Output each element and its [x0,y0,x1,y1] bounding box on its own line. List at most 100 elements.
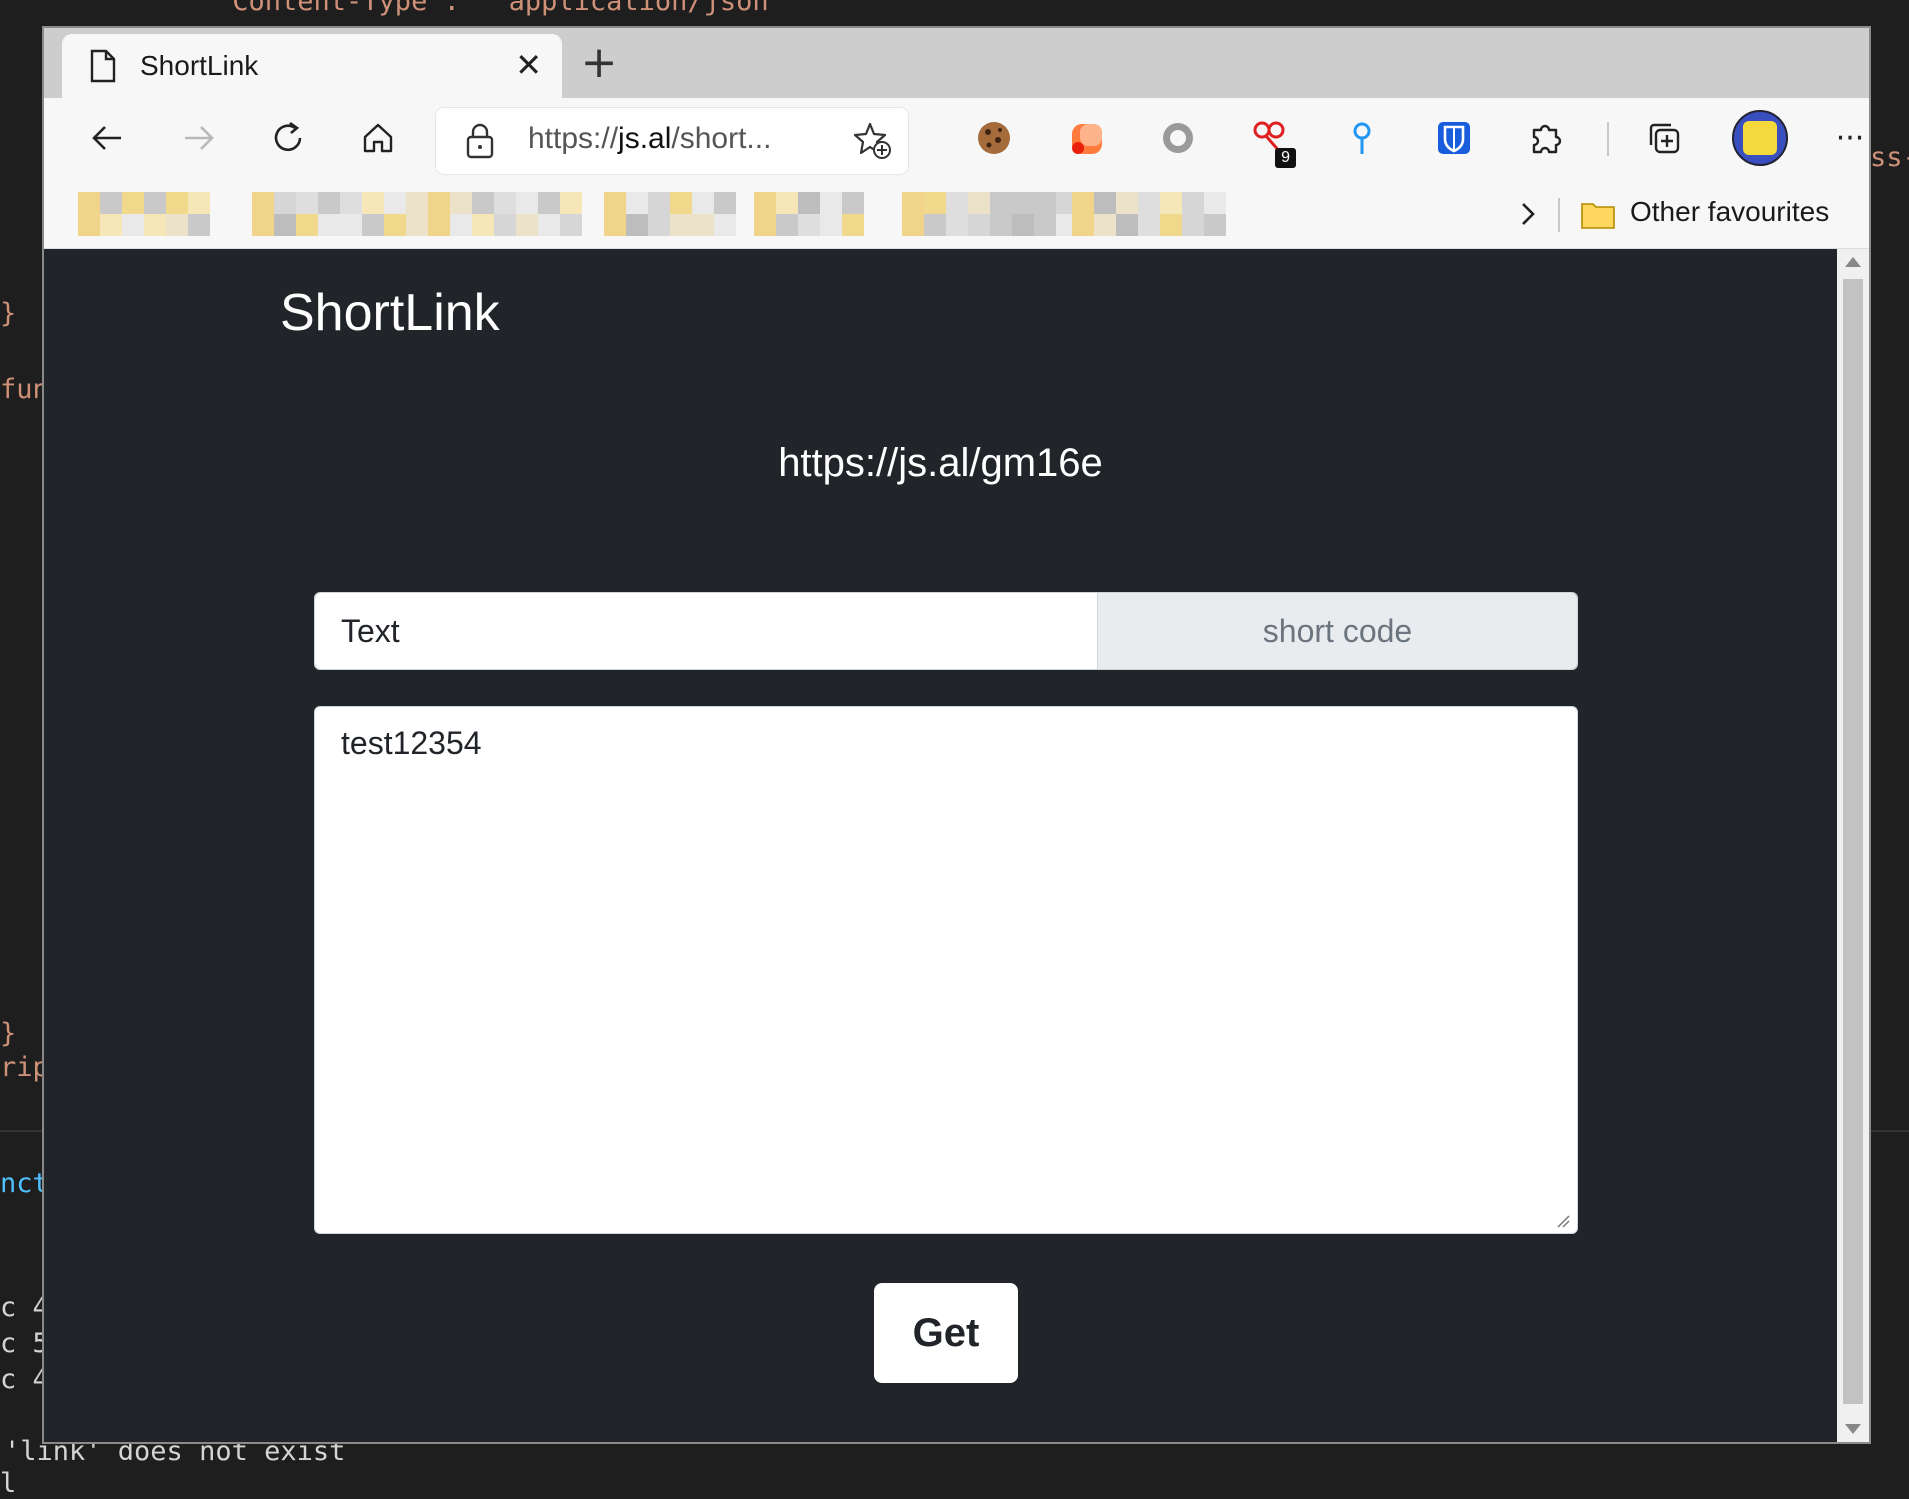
resize-grip-icon[interactable] [1556,1214,1570,1228]
tab-close-icon[interactable]: ✕ [515,48,542,82]
circle-icon [1163,123,1193,153]
blurred-favourite-pixel [252,192,274,214]
bitwarden-icon[interactable] [1430,114,1478,162]
browser-toolbar: https://js.al/short... 9 ··· [44,98,1869,178]
browser-window: ShortLink ✕ + https://js.al/short... 9 ·… [42,26,1871,1444]
new-tab-button[interactable]: + [574,38,624,88]
blurred-favourite-pixel [1116,214,1138,236]
blurred-favourite-pixel [842,214,864,236]
orange-extension-icon[interactable] [1062,114,1110,162]
blurred-favourite-pixel [798,192,820,214]
blurred-favourite-pixel [494,214,516,236]
short-link-result[interactable]: https://js.al/gm16e [44,441,1837,486]
blurred-favourite-pixel [820,192,842,214]
blurred-favourite-pixel [494,192,516,214]
type-input[interactable] [315,593,1097,669]
address-bar[interactable]: https://js.al/short... [436,108,908,174]
scroll-thumb[interactable] [1843,279,1863,1404]
avatar-image [1743,121,1777,155]
profile-avatar[interactable] [1732,110,1788,166]
collections-icon[interactable] [1640,114,1688,162]
toolbar-divider [1607,122,1609,156]
site-title[interactable]: ShortLink [280,283,500,343]
blurred-favourite-pixel [78,192,100,214]
blurred-favourite-pixel [776,192,798,214]
blurred-favourite-pixel [384,214,406,236]
blurred-favourite-pixel [924,192,946,214]
blurred-favourite-pixel [188,192,210,214]
blurred-favourite-pixel [296,214,318,236]
blurred-favourite-pixel [406,214,428,236]
blurred-favourite-pixel [820,214,842,236]
blurred-favourite-pixel [692,192,714,214]
blurred-favourite-pixel [798,214,820,236]
scroll-up-arrow-icon[interactable] [1845,257,1861,267]
blurred-favourite-pixel [362,192,384,214]
blurred-favourite-pixel [406,192,428,214]
blurred-favourite-pixel [626,192,648,214]
scroll-down-arrow-icon[interactable] [1845,1424,1861,1434]
code-fragment: } [0,1018,17,1049]
blurred-favourite-pixel [1094,214,1116,236]
blurred-favourite-pixel [538,192,560,214]
blurred-favourite-pixel [274,214,296,236]
gray-circle-extension-icon[interactable] [1154,114,1202,162]
blurred-favourite-pixel [1034,192,1056,214]
blurred-favourite-pixel [990,192,1012,214]
blurred-favourite-pixel [122,214,144,236]
blurred-favourite-pixel [968,214,990,236]
chevron-right-icon[interactable] [1510,196,1546,232]
orange-app-icon [1072,124,1102,154]
blurred-favourite-pixel [1138,192,1160,214]
blurred-favourite-pixel [166,192,188,214]
pin-extension-icon[interactable] [1338,114,1386,162]
blurred-favourite-pixel [384,192,406,214]
refresh-button[interactable] [262,112,314,164]
blurred-favourite-pixel [78,214,100,236]
puzzle-extensions-icon[interactable] [1522,114,1570,162]
blurred-favourite-pixel [274,192,296,214]
puzzle-icon [1532,124,1562,154]
blurred-favourite-pixel [318,214,340,236]
page-scrollbar[interactable] [1837,249,1869,1442]
blurred-favourite-pixel [714,214,736,236]
blurred-favourite-pixel [754,192,776,214]
collections-add-icon [1649,123,1680,154]
blurred-favourite-pixel [560,192,582,214]
home-button[interactable] [352,112,404,164]
blurred-favourite-pixel [1182,214,1204,236]
blurred-favourite-pixel [842,192,864,214]
blurred-favourite-pixel [946,214,968,236]
content-textarea[interactable]: test12354 [314,706,1578,1234]
forward-arrow-icon [185,126,214,150]
blurred-favourite-pixel [946,192,968,214]
page-icon [90,49,116,83]
cookie-icon [978,122,1010,154]
blurred-favourite-pixel [166,214,188,236]
other-favourites-link[interactable]: Other favourites [1630,196,1829,228]
back-button[interactable] [82,112,134,164]
blurred-favourite-pixel [648,214,670,236]
blurred-favourite-pixel [122,192,144,214]
tab-shortlink[interactable]: ShortLink ✕ [62,34,562,98]
blurred-favourite-pixel [990,214,1012,236]
cookie-extension-icon[interactable] [970,114,1018,162]
blurred-favourite-pixel [516,192,538,214]
url-host: js.al [618,122,672,155]
blurred-favourite-pixel [626,214,648,236]
forward-button[interactable] [172,112,224,164]
blurred-favourite-pixel [1160,192,1182,214]
blurred-favourite-pixel [1204,192,1226,214]
lock-icon[interactable] [462,122,498,160]
get-button[interactable]: Get [874,1283,1018,1383]
url-text[interactable]: https://js.al/short... [528,122,818,156]
blurred-favourite-pixel [538,214,560,236]
blurred-favourite-pixel [450,192,472,214]
input-group: short code [314,592,1578,670]
add-favourite-star-icon[interactable] [852,120,892,160]
blurred-favourite-pixel [1182,192,1204,214]
more-menu-button[interactable]: ··· [1824,112,1869,164]
red-extension-icon[interactable]: 9 [1246,114,1296,168]
folder-icon[interactable] [1580,200,1616,230]
blurred-favourite-pixel [188,214,210,236]
